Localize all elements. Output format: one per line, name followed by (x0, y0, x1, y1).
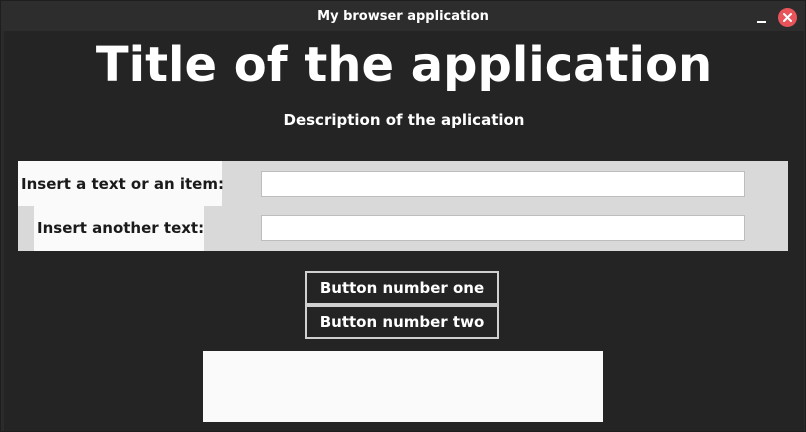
another-text-input[interactable] (261, 215, 745, 241)
minimize-icon[interactable] (753, 9, 769, 25)
field-label-another-text: Insert another text: (34, 206, 204, 251)
window-title: My browser application (317, 9, 489, 24)
app-title: Title of the application (95, 37, 713, 93)
button-number-one[interactable]: Button number one (305, 271, 499, 305)
app-content: Title of the application Description of … (4, 31, 804, 431)
form-panel: Insert a text or an item: Insert another… (18, 161, 788, 251)
output-area (203, 351, 603, 422)
close-icon[interactable] (778, 8, 797, 27)
app-window: My browser application Title of the appl… (0, 0, 806, 432)
text-or-item-input[interactable] (261, 171, 745, 197)
app-description: Description of the aplication (283, 111, 525, 129)
window-titlebar[interactable]: My browser application (1, 1, 805, 31)
button-number-two[interactable]: Button number two (305, 305, 499, 339)
field-label-text-or-item: Insert a text or an item: (18, 161, 224, 206)
